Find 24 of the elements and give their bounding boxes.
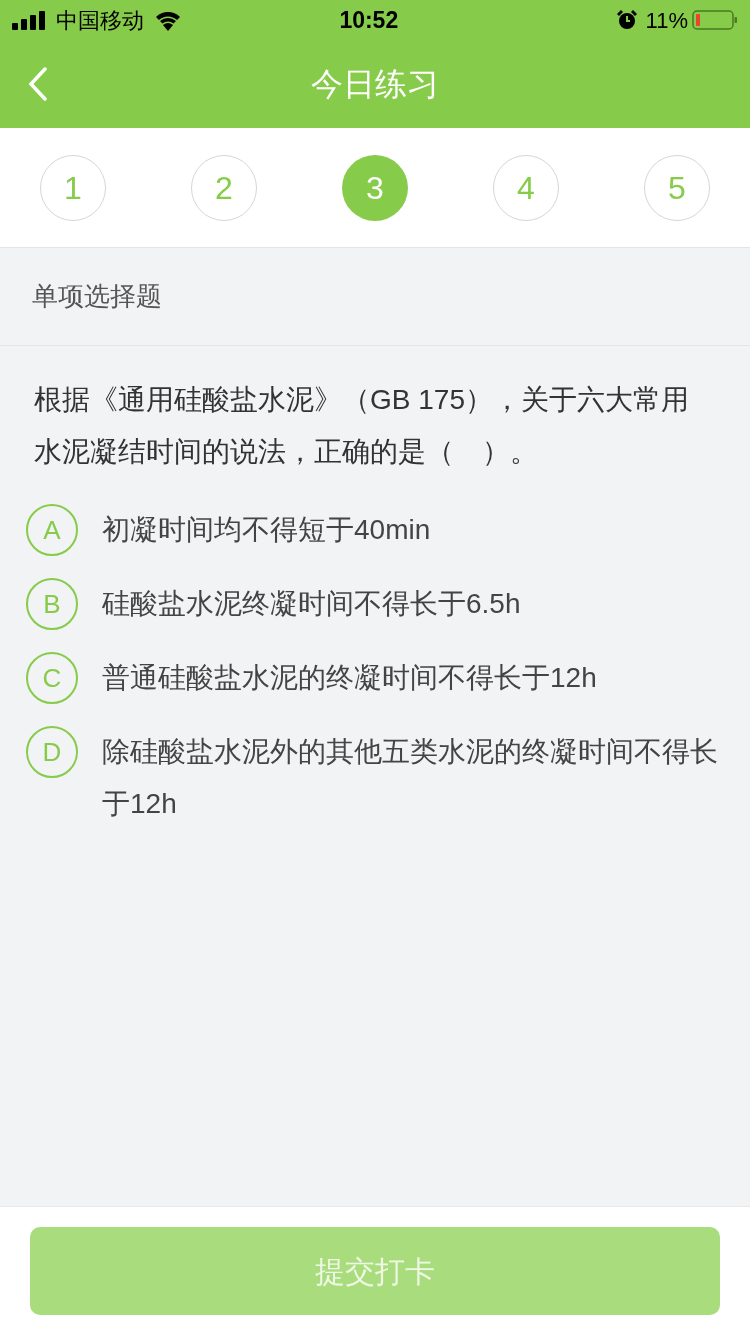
question-number[interactable]: 3 <box>342 154 408 221</box>
section-title: 单项选择题 <box>32 280 162 313</box>
battery-percent: 11% <box>645 6 688 35</box>
option-letter[interactable]: D <box>26 726 78 778</box>
battery-icon <box>692 9 738 31</box>
option-text[interactable]: 除硅酸盐水泥外的其他五类水泥的终凝时间不得长于12h <box>102 726 720 830</box>
back-icon <box>28 67 48 101</box>
question-number[interactable]: 2 <box>191 154 257 221</box>
wifi-icon <box>154 9 182 31</box>
option-letter[interactable]: A <box>26 504 78 556</box>
question-number[interactable]: 1 <box>40 154 106 221</box>
option-text[interactable]: 硅酸盐水泥终凝时间不得长于6.5h <box>102 578 521 630</box>
alarm-icon <box>615 9 638 31</box>
option-letter[interactable]: C <box>26 652 78 704</box>
question-number[interactable]: 4 <box>493 154 559 221</box>
clock-time: 10:52 <box>338 5 400 35</box>
signal-icon <box>12 10 48 30</box>
option-text[interactable]: 初凝时间均不得短于40min <box>102 504 431 556</box>
carrier-name: 中国移动 <box>56 6 144 35</box>
page-title: 今日练习 <box>311 65 439 104</box>
question-number[interactable]: 5 <box>644 154 710 221</box>
question-text: 根据《通用硅酸盐水泥》（GB 175），关于六大常用水泥凝结时间的说法，正确的是（ ）。 <box>34 383 690 469</box>
option-text[interactable]: 普通硅酸盐水泥的终凝时间不得长于12h <box>102 652 597 704</box>
option-letter[interactable]: B <box>26 578 78 630</box>
